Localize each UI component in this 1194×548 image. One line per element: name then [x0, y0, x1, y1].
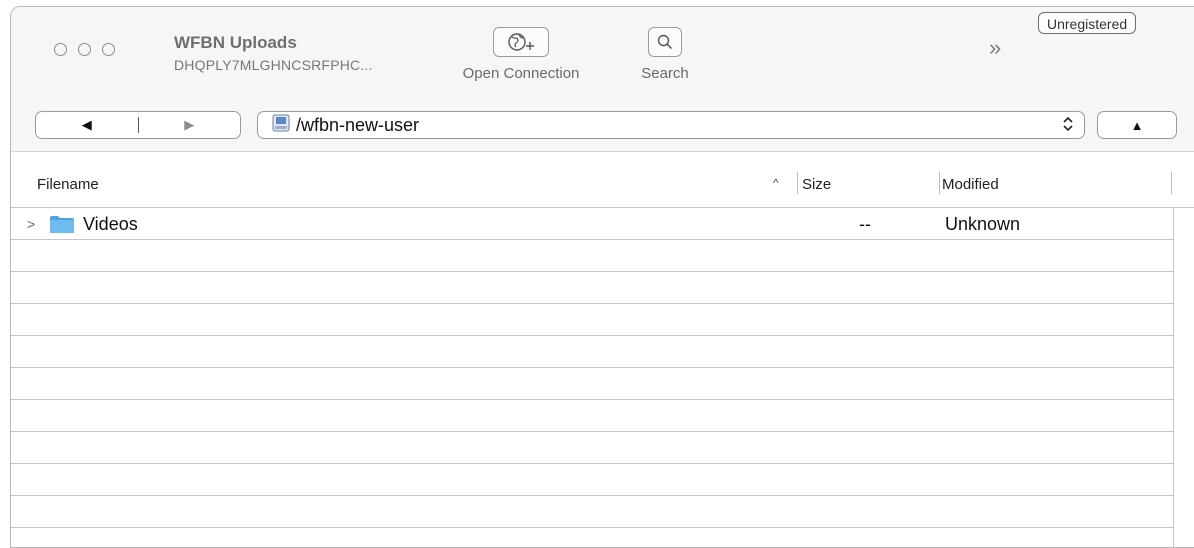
window-title: WFBN Uploads [174, 33, 297, 52]
zoom-window-button[interactable] [102, 43, 115, 56]
back-button[interactable]: ◀ [36, 117, 138, 133]
browser-window: WFBN Uploads DHQPLY7MLGHNCSRFPHC... Open… [10, 6, 1194, 548]
empty-row [11, 304, 1173, 336]
column-header-size[interactable]: Size [802, 176, 831, 193]
empty-row [11, 496, 1173, 528]
back-forward-control: ◀ ▶ [35, 111, 241, 139]
close-window-button[interactable] [54, 43, 67, 56]
navigation-bar: ◀ ▶ /wfbn-new-user ▲ [11, 99, 1194, 152]
empty-row [11, 368, 1173, 400]
column-header-filename[interactable]: Filename [37, 176, 99, 193]
forward-button[interactable]: ▶ [139, 117, 241, 133]
path-selector[interactable]: /wfbn-new-user [257, 111, 1085, 139]
minimize-window-button[interactable] [78, 43, 91, 56]
empty-row [11, 464, 1173, 496]
file-table: Filename ^ Size Modified > Videos -- Unk… [11, 152, 1194, 547]
search-label: Search [641, 65, 689, 82]
unregistered-badge[interactable]: Unregistered [1038, 12, 1137, 34]
sort-ascending-icon: ^ [773, 176, 779, 190]
file-list: > Videos -- Unknown [11, 208, 1173, 528]
column-divider[interactable] [1171, 172, 1172, 194]
open-connection-label: Open Connection [462, 65, 580, 82]
parent-directory-button[interactable]: ▲ [1097, 111, 1177, 139]
empty-row [11, 432, 1173, 464]
column-divider[interactable] [939, 172, 940, 194]
file-name: Videos [83, 214, 138, 234]
file-modified: Unknown [945, 214, 1021, 234]
empty-row [11, 272, 1173, 304]
empty-row [11, 240, 1173, 272]
column-divider[interactable] [797, 172, 798, 194]
toolbar-overflow-button[interactable]: » [989, 35, 1001, 61]
open-connection-button[interactable]: Open Connection [451, 27, 591, 82]
table-header: Filename ^ Size Modified [11, 152, 1194, 208]
chevron-updown-icon[interactable] [1062, 116, 1074, 135]
empty-row [11, 336, 1173, 368]
empty-row [11, 400, 1173, 432]
file-size: -- [859, 214, 871, 234]
window-subtitle: DHQPLY7MLGHNCSRFPHC... [174, 57, 373, 73]
folder-icon [49, 215, 75, 234]
globe-plus-icon [493, 27, 549, 57]
current-path: /wfbn-new-user [296, 114, 420, 135]
table-right-border [1173, 208, 1174, 547]
search-icon [648, 27, 682, 57]
table-row[interactable]: > Videos -- Unknown [11, 208, 1173, 240]
disclosure-chevron-icon[interactable]: > [27, 216, 35, 232]
drive-icon [272, 114, 290, 137]
column-header-modified[interactable]: Modified [942, 176, 999, 193]
search-button[interactable]: Search [625, 27, 705, 82]
toolbar: WFBN Uploads DHQPLY7MLGHNCSRFPHC... Open… [11, 7, 1194, 99]
